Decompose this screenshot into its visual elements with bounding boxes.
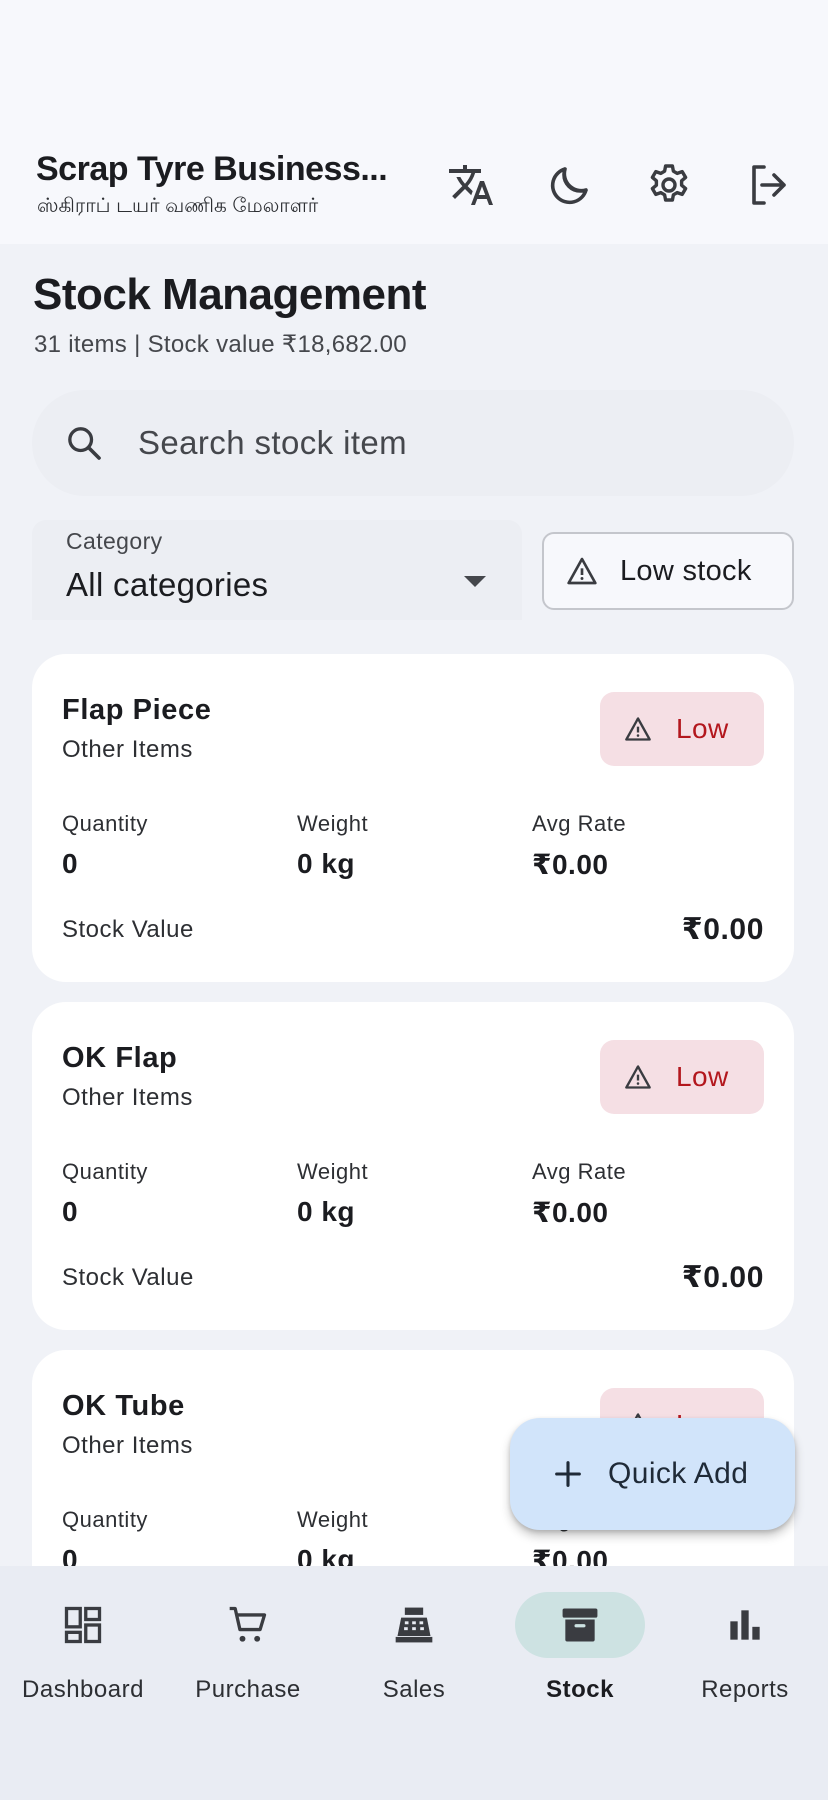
nav-stock[interactable]: Stock [497,1592,663,1712]
quick-add-button[interactable]: Quick Add [510,1418,795,1530]
stock-card[interactable]: OK Flap Other Items Low Quantity 0 Weigh… [32,1002,794,1330]
plus-icon [550,1456,586,1492]
quantity-value: 0 [62,1196,79,1227]
nav-dashboard[interactable]: Dashboard [0,1592,166,1712]
main-content[interactable]: Stock Management 31 items | Stock value … [0,244,828,1566]
page-summary: 31 items | Stock value ₹18,682.00 [34,331,407,358]
archive-box-icon [515,1592,645,1658]
nav-label: Sales [382,1676,446,1703]
weight-label: Weight [297,811,369,836]
stock-card[interactable]: Flap Piece Other Items Low Quantity 0 We… [32,654,794,982]
quantity-value: 0 [62,848,79,879]
item-category: Other Items [62,1432,193,1459]
nav-label: Reports [701,1676,789,1703]
quantity-value: 0 [62,1544,79,1566]
weight-label: Weight [297,1159,369,1184]
nav-label: Stock [546,1676,614,1703]
avg-rate-label: Avg Rate [532,1159,627,1184]
search-bar[interactable]: Search stock item [32,390,794,496]
item-category: Other Items [62,736,193,763]
cash-register-icon [349,1592,479,1658]
avg-rate-label: Avg Rate [532,811,627,836]
nav-label: Purchase [195,1676,301,1703]
quantity-label: Quantity [62,1507,148,1532]
stock-value-label: Stock Value [62,1264,194,1291]
weight-value: 0 kg [297,848,356,879]
dropdown-arrow-icon [464,576,486,587]
category-value: All categories [66,566,269,603]
quantity-label: Quantity [62,1159,148,1184]
category-dropdown[interactable]: Category All categories [32,520,522,620]
item-name: Flap Piece [62,694,212,726]
weight-value: 0 kg [297,1196,356,1227]
low-stock-label: Low stock [620,554,752,587]
warning-icon [622,1061,654,1093]
bar-chart-icon [680,1592,810,1658]
dark-mode-icon[interactable] [542,157,598,213]
item-category: Other Items [62,1084,193,1111]
logout-icon[interactable] [740,157,796,213]
low-badge-label: Low [676,713,729,744]
category-label: Category [66,528,163,554]
settings-icon[interactable] [641,157,697,213]
stock-value-label: Stock Value [62,916,194,943]
search-icon [60,419,108,467]
nav-label: Dashboard [22,1676,144,1703]
low-stock-filter-button[interactable]: Low stock [542,532,794,610]
low-stock-badge: Low [600,1040,764,1114]
low-badge-label: Low [676,1061,729,1092]
quick-add-label: Quick Add [608,1457,749,1490]
stock-value: ₹0.00 [681,913,764,946]
low-stock-badge: Low [600,692,764,766]
item-name: OK Flap [62,1042,178,1074]
warning-icon [622,713,654,745]
stock-value: ₹0.00 [681,1261,764,1294]
nav-sales[interactable]: Sales [331,1592,497,1712]
weight-label: Weight [297,1507,369,1532]
bottom-navigation: Dashboard Purchase Sales Stock Reports [0,1566,828,1800]
app-title: Scrap Tyre Business... [36,150,388,188]
search-input[interactable]: Search stock item [138,424,407,462]
cart-icon [183,1592,313,1658]
app-subtitle: ஸ்கிராப் டயர் வணிக மேலாளர் [37,195,319,217]
avg-rate-value: ₹0.00 [532,1197,609,1228]
weight-value: 0 kg [297,1544,356,1566]
warning-icon [564,553,600,589]
nav-purchase[interactable]: Purchase [165,1592,331,1712]
app-bar: Scrap Tyre Business... ஸ்கிராப் டயர் வணி… [0,0,828,244]
nav-reports[interactable]: Reports [662,1592,828,1712]
dashboard-icon [18,1592,148,1658]
item-name: OK Tube [62,1390,185,1422]
avg-rate-value: ₹0.00 [532,849,609,880]
translate-icon[interactable] [443,157,499,213]
avg-rate-value: ₹0.00 [532,1545,609,1566]
quantity-label: Quantity [62,811,148,836]
page-title: Stock Management [33,270,426,319]
